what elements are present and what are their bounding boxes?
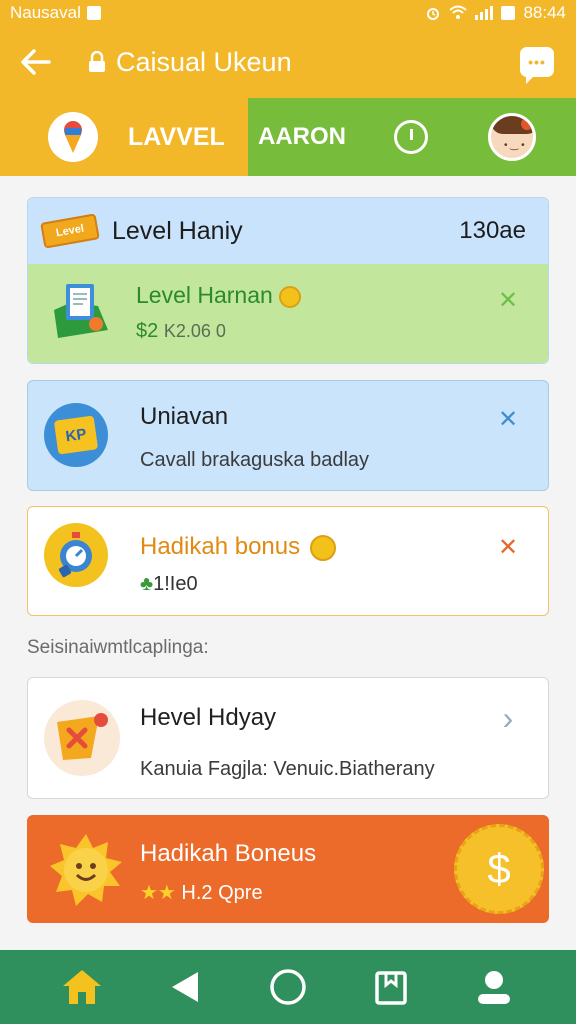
signal-icon [475, 6, 494, 20]
avatar[interactable]: • ‿ • [488, 113, 536, 161]
dismiss-button[interactable]: ✕ [494, 533, 522, 561]
recents-icon [375, 971, 407, 1005]
notification-dot [521, 118, 533, 130]
nav-recents[interactable] [367, 963, 415, 1011]
tab-aaron-label: AARON [258, 123, 346, 150]
sun-icon [46, 830, 126, 910]
level-card-header: Level Level Haniy 130ae [28, 198, 548, 264]
notification-icon [86, 6, 101, 20]
back-button[interactable] [18, 44, 54, 80]
chevron-right-icon[interactable]: › [494, 700, 522, 736]
dismiss-button[interactable]: ✕ [494, 286, 522, 314]
level-card-body[interactable]: Level Harnan $2 K2.06 0 ✕ [28, 264, 548, 363]
clock-time: 88:44 [523, 3, 566, 22]
leaf-icon: ♣ [140, 573, 154, 595]
uniavan-subtitle: Cavall brakaguska badlay [140, 449, 370, 471]
hevel-card[interactable]: Hevel Hdyay Kanuia Fagjla: Venuic.Biathe… [27, 677, 549, 799]
profile-icon [478, 971, 511, 1004]
ice-cream-icon [48, 112, 98, 162]
nav-home-circle[interactable] [264, 963, 312, 1011]
lock-icon [89, 51, 105, 72]
nav-home[interactable] [58, 963, 106, 1011]
wifi-icon [449, 5, 468, 19]
hadikah-boneus-subtitle: ★★ H.2 Qpre [140, 882, 263, 904]
hadikah-boneus-card[interactable]: Hadikah Boneus ★★ H.2 Qpre $ [27, 815, 549, 923]
carrier-label: Nausaval [10, 3, 81, 22]
app-bar: Caisual Ukeun ••• [0, 26, 576, 98]
stars-icon: ★★ [140, 882, 176, 904]
nav-profile[interactable] [470, 963, 518, 1011]
chat-button[interactable]: ••• [520, 47, 554, 84]
back-triangle-icon [171, 972, 198, 1002]
coin-icon [310, 534, 337, 561]
flag-icon [44, 700, 120, 776]
bottom-nav [0, 950, 576, 1024]
coin-icon [278, 285, 301, 308]
dismiss-button[interactable]: ✕ [494, 405, 522, 433]
coin-icon[interactable]: $ [454, 824, 544, 914]
tab-aaron[interactable]: AARON • ‿ • [248, 98, 576, 176]
back-arrow-icon [21, 49, 51, 75]
ticket-icon: Level [40, 213, 100, 249]
chat-icon: ••• [528, 54, 546, 70]
uniavan-title: Uniavan [140, 403, 229, 430]
hadikah-bonus-subtitle: ♣1!Ie0 [140, 573, 198, 595]
hadikah-boneus-title: Hadikah Boneus [140, 840, 317, 867]
status-right: 88:44 [425, 3, 566, 23]
tab-level-label: LAVVEL [128, 122, 225, 151]
hevel-subtitle: Kanuia Fagjla: Venuic.Biatherany [140, 758, 435, 780]
hadikah-bonus-card[interactable]: Hadikah bonus ♣1!Ie0 ✕ [27, 506, 549, 616]
alarm-icon [427, 8, 440, 20]
carrier: Nausaval [10, 3, 101, 23]
battery-icon [501, 6, 516, 20]
level-card-title: Level Haniy [112, 216, 243, 245]
level-card: Level Level Haniy 130ae Level Harnan $2 … [27, 197, 549, 364]
section-label: Seisinaiwmtlcaplinga: [27, 637, 209, 658]
page-title-text: Caisual Ukeun [116, 46, 292, 77]
nav-back[interactable] [161, 963, 209, 1011]
level-harnan-title: Level Harnan [136, 282, 301, 309]
stopwatch-icon [44, 523, 108, 587]
status-bar: Nausaval 88:44 [0, 0, 576, 26]
uniavan-card[interactable]: KP Uniavan Cavall brakaguska badlay ✕ [27, 380, 549, 491]
page-title: Caisual Ukeun [88, 47, 292, 78]
level-card-count: 130ae [459, 217, 526, 244]
circle-home-icon [270, 969, 306, 1005]
tab-level[interactable]: LAVVEL [0, 98, 248, 176]
document-icon [52, 280, 110, 342]
tab-bar: LAVVEL AARON • ‿ • [0, 98, 576, 176]
hadikah-bonus-title: Hadikah bonus [140, 533, 337, 561]
clock-icon[interactable] [394, 120, 428, 154]
tag-icon: KP [44, 403, 108, 467]
level-amount: $2 K2.06 0 [136, 320, 226, 342]
hevel-title: Hevel Hdyay [140, 704, 277, 731]
home-icon [62, 970, 101, 1004]
